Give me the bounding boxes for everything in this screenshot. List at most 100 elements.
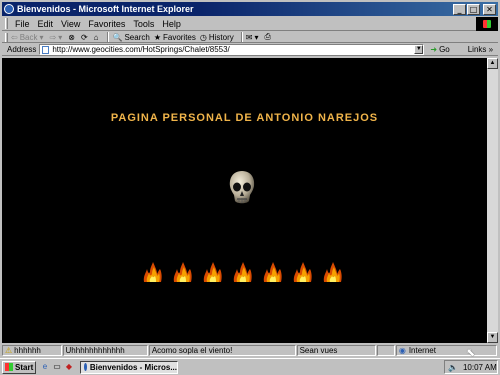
print-button[interactable]: ⎙ bbox=[264, 32, 272, 42]
internet-zone-icon: ◉ bbox=[398, 346, 406, 355]
favorites-icon: ★ bbox=[153, 32, 161, 42]
dropdown-icon: ▾ bbox=[39, 32, 44, 42]
favorites-button[interactable]: ★ Favorites bbox=[154, 33, 196, 42]
refresh-button[interactable]: ⟳ bbox=[81, 33, 90, 42]
windows-logo-icon bbox=[476, 17, 498, 31]
print-icon: ⎙ bbox=[264, 32, 271, 41]
page-viewport: PAGINA PERSONAL DE ANTONIO NAREJOS bbox=[2, 58, 487, 343]
menu-grip bbox=[5, 18, 8, 29]
status-pane-4: Sean vues bbox=[296, 345, 376, 356]
go-arrow-icon: ➜ bbox=[430, 45, 438, 54]
go-label: Go bbox=[439, 45, 450, 54]
mail-icon: ✉ bbox=[245, 32, 253, 42]
status-pane-1: ⚠ hhhhhh bbox=[2, 345, 62, 356]
menu-tools[interactable]: Tools bbox=[129, 19, 158, 29]
status-pane-2: Uhhhhhhhhhhhh bbox=[62, 345, 148, 356]
menu-favorites[interactable]: Favorites bbox=[84, 19, 129, 29]
speaker-icon[interactable]: 🔈 bbox=[448, 363, 458, 372]
flame-image bbox=[263, 262, 282, 282]
dropdown-icon: ▾ bbox=[58, 32, 63, 42]
toolbar-separator bbox=[240, 32, 243, 42]
status-text-3: Acomo sopla el viento! bbox=[151, 346, 233, 355]
go-button[interactable]: ➜ Go bbox=[430, 45, 449, 54]
ie-icon bbox=[84, 363, 87, 371]
status-text-2: Uhhhhhhhhhhhh bbox=[65, 346, 125, 355]
mail-button[interactable]: ✉ ▾ bbox=[246, 33, 261, 42]
flame-image bbox=[293, 262, 312, 282]
address-label: Address bbox=[7, 45, 37, 54]
scroll-up-button[interactable]: ▲ bbox=[487, 58, 498, 69]
refresh-icon: ⟳ bbox=[80, 32, 88, 42]
status-zone-pane: ◉ Internet bbox=[395, 345, 497, 356]
home-icon: ⌂ bbox=[93, 32, 99, 42]
vertical-scrollbar[interactable]: ▲ ▼ bbox=[487, 58, 498, 343]
stop-button[interactable]: ⊗ bbox=[68, 33, 77, 42]
status-pane-5 bbox=[376, 345, 395, 356]
windows-flag-icon bbox=[5, 363, 13, 371]
skull-image bbox=[229, 171, 255, 204]
ie-icon bbox=[4, 4, 14, 14]
menu-edit[interactable]: Edit bbox=[34, 19, 58, 29]
start-button[interactable]: Start bbox=[2, 360, 36, 374]
page-icon bbox=[42, 45, 50, 54]
address-field[interactable]: http://www.geocities.com/HotSprings/Chal… bbox=[39, 44, 425, 55]
history-icon: ◷ bbox=[199, 32, 207, 42]
close-button[interactable]: ✕ bbox=[483, 3, 496, 15]
status-pane-3: Acomo sopla el viento! bbox=[148, 345, 296, 356]
flame-image bbox=[143, 262, 162, 282]
toolbar-grip bbox=[5, 32, 8, 42]
back-arrow-icon: ⇦ bbox=[11, 32, 18, 42]
address-url[interactable]: http://www.geocities.com/HotSprings/Chal… bbox=[52, 45, 414, 54]
flame-row bbox=[142, 261, 352, 283]
clock[interactable]: 10:07 AM bbox=[463, 363, 497, 372]
maximize-button[interactable]: □ bbox=[467, 3, 480, 15]
menu-bar: File Edit View Favorites Tools Help bbox=[2, 17, 498, 31]
start-label: Start bbox=[15, 362, 34, 372]
history-button[interactable]: ◷ History bbox=[200, 33, 234, 42]
links-button[interactable]: Links » bbox=[468, 45, 493, 54]
stop-icon: ⊗ bbox=[68, 32, 75, 42]
taskbar-task-ie[interactable]: Bienvenidos - Micros... bbox=[80, 360, 178, 374]
flame-image bbox=[203, 262, 222, 282]
taskbar: Start e ▭ ◆ Bienvenidos - Micros... 🔈 10… bbox=[0, 358, 500, 375]
status-text-4: Sean vues bbox=[299, 346, 338, 355]
ie-quicklaunch-icon[interactable]: e bbox=[40, 362, 50, 372]
history-label: History bbox=[208, 32, 234, 42]
task-label: Bienvenidos - Micros... bbox=[89, 362, 177, 372]
title-bar[interactable]: Bienvenidos - Microsoft Internet Explore… bbox=[2, 2, 498, 16]
back-button[interactable]: ⇦ Back ▾ bbox=[11, 33, 46, 42]
quick-launch: e ▭ ◆ bbox=[40, 362, 76, 372]
search-icon: 🔍 bbox=[112, 32, 123, 42]
channels-quicklaunch-icon[interactable]: ◆ bbox=[64, 362, 74, 372]
back-label: Back bbox=[19, 32, 38, 42]
search-label: Search bbox=[124, 32, 150, 42]
status-text-1: hhhhhh bbox=[14, 346, 41, 355]
dropdown-icon: ▾ bbox=[254, 32, 259, 42]
forward-button[interactable]: ⇨ ▾ bbox=[50, 33, 65, 42]
home-button[interactable]: ⌂ bbox=[94, 33, 101, 42]
toolbar-separator bbox=[107, 32, 110, 42]
menu-help[interactable]: Help bbox=[158, 19, 185, 29]
page-loaded-icon: ⚠ bbox=[5, 346, 13, 355]
window-title: Bienvenidos - Microsoft Internet Explore… bbox=[17, 4, 194, 14]
minimize-button[interactable]: _ bbox=[453, 3, 466, 15]
favorites-label: Favorites bbox=[162, 32, 196, 42]
page-heading: PAGINA PERSONAL DE ANTONIO NAREJOS bbox=[110, 112, 379, 124]
system-tray: 🔈 10:07 AM bbox=[444, 360, 498, 374]
flame-image bbox=[173, 262, 192, 282]
zone-label: Internet bbox=[408, 346, 436, 355]
desktop-quicklaunch-icon[interactable]: ▭ bbox=[52, 362, 62, 372]
links-label: Links bbox=[467, 45, 487, 54]
menu-file[interactable]: File bbox=[11, 19, 34, 29]
address-bar: Address http://www.geocities.com/HotSpri… bbox=[2, 44, 498, 56]
forward-arrow-icon: ⇨ bbox=[49, 32, 57, 42]
scroll-down-button[interactable]: ▼ bbox=[487, 332, 498, 343]
search-button[interactable]: 🔍 Search bbox=[112, 33, 149, 42]
address-dropdown-button[interactable]: ▼ bbox=[414, 45, 424, 54]
status-bar: ⚠ hhhhhh Uhhhhhhhhhhhh Acomo sopla el vi… bbox=[2, 344, 498, 357]
standard-toolbar: ⇦ Back ▾ ⇨ ▾ ⊗ ⟳ ⌂ 🔍 Search ★ Favorites ◷ Hist… bbox=[2, 32, 498, 43]
browser-window: Bienvenidos - Microsoft Internet Explore… bbox=[0, 0, 500, 358]
flame-image bbox=[323, 262, 342, 282]
flame-image bbox=[233, 262, 252, 282]
menu-view[interactable]: View bbox=[57, 19, 84, 29]
